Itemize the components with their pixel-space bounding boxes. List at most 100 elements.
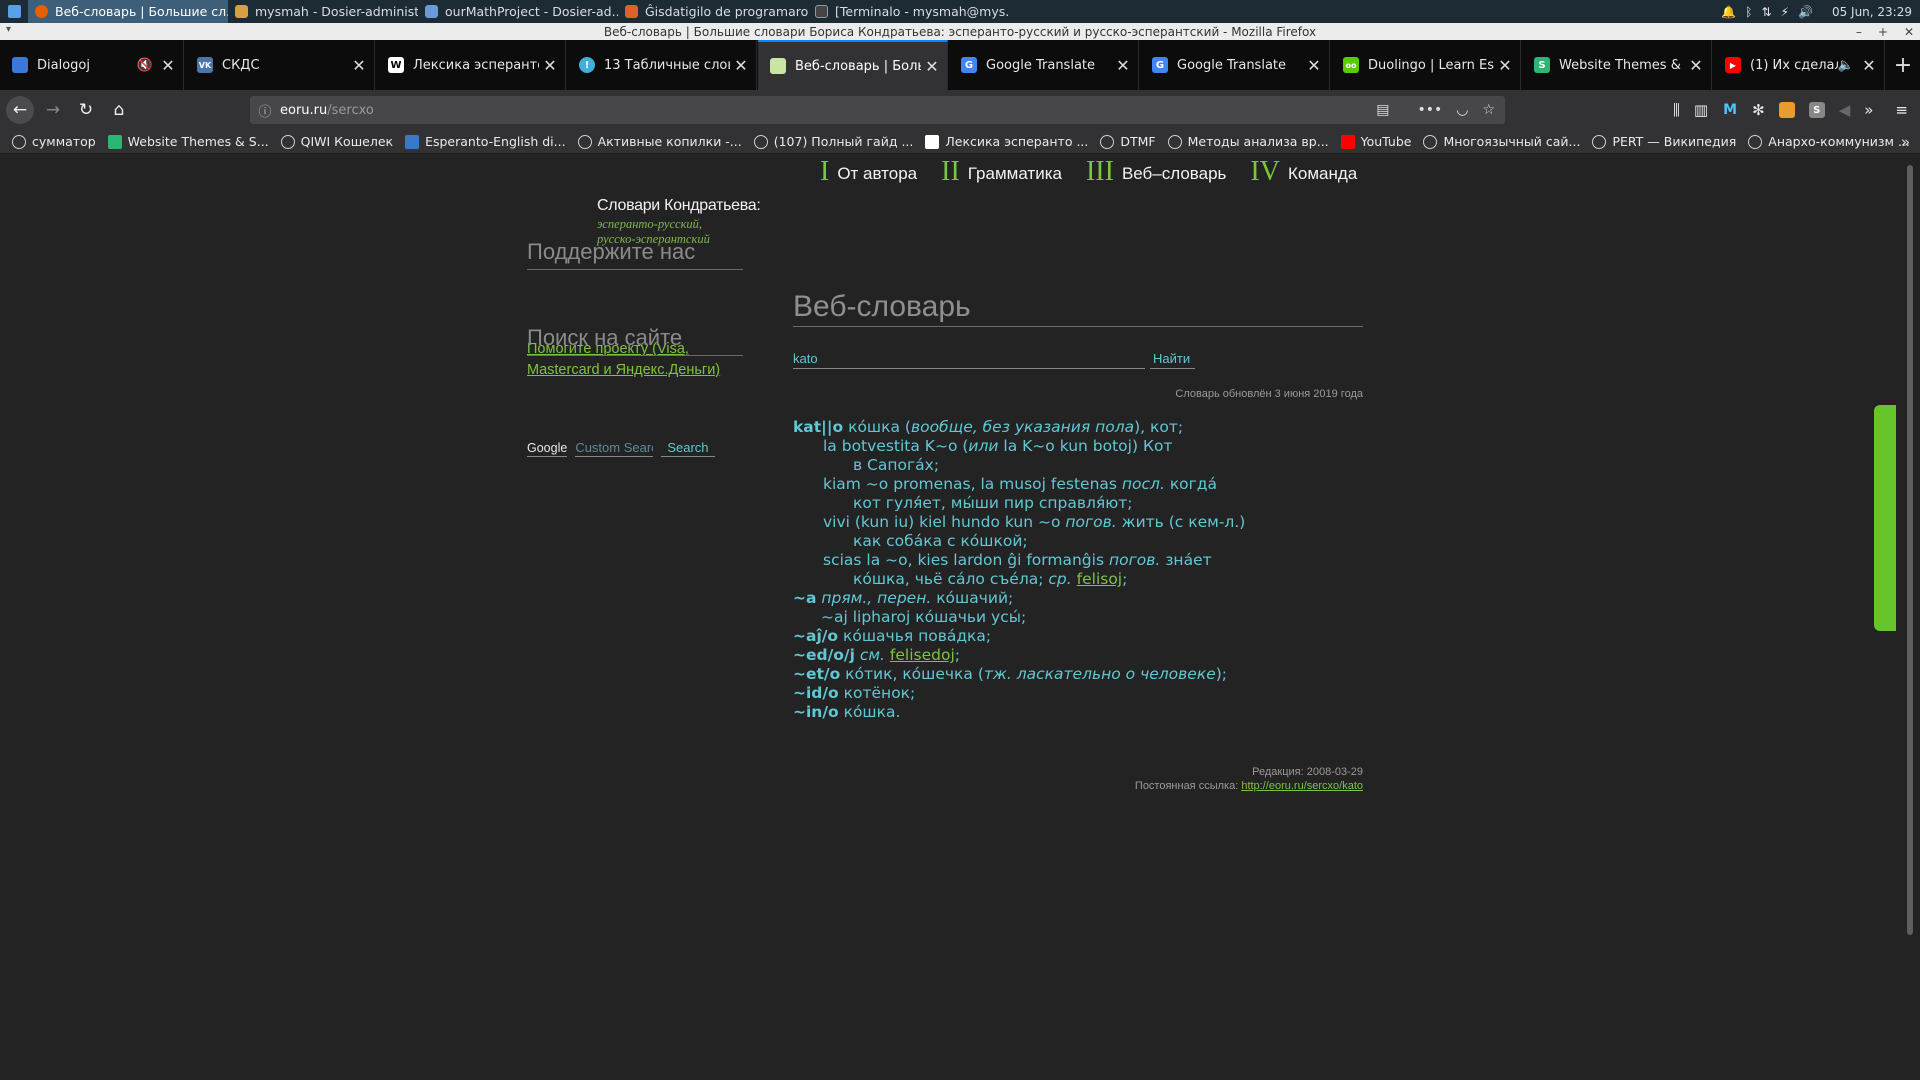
dictionary-entry: kat||o ко́шка (вообще, без указания пола… xyxy=(793,418,1245,722)
hamburger-menu-icon[interactable]: ≡ xyxy=(1895,101,1908,119)
site-nav-item-grammar[interactable]: II Грамматика xyxy=(941,158,1062,186)
bookmark-item[interactable]: Лексика эсперанто ... xyxy=(925,134,1088,149)
tab-wikipedia[interactable]: W Лексика эсперанто -... ✕ xyxy=(376,40,566,90)
side-feedback-tab[interactable] xyxy=(1874,405,1896,631)
translation: зна́ет xyxy=(1160,551,1212,569)
bookmark-item[interactable]: DTMF xyxy=(1100,134,1156,149)
sidebar-icon[interactable]: ▥ xyxy=(1694,101,1708,119)
nav-number: II xyxy=(941,156,960,187)
taskbar-task-firefox[interactable]: Веб-словарь | Большие сл... xyxy=(28,0,228,23)
tab-google-translate-2[interactable]: G Google Translate ✕ xyxy=(1140,40,1330,90)
tab-title: Google Translate xyxy=(986,57,1096,73)
tab-skds[interactable]: VK СКДС ✕ xyxy=(185,40,375,90)
tab-table-words[interactable]: ! 13 Табличные слова |... ✕ xyxy=(567,40,757,90)
site-title[interactable]: Словари Кондратьева: xyxy=(597,197,761,215)
extension-honey-icon[interactable] xyxy=(1778,102,1795,118)
library-icon[interactable]: ⫼ xyxy=(1673,101,1680,119)
close-tab-icon[interactable]: ✕ xyxy=(921,57,943,76)
address-bar[interactable]: ⓘ eoru.ru/sercxo ▤ ••• ◡ ☆ xyxy=(250,96,1505,124)
bookmark-star-icon[interactable]: ☆ xyxy=(1482,102,1495,118)
nav-label: Команда xyxy=(1287,164,1358,183)
taskbar-task-file-manager-2[interactable]: ourMathProject - Dosier-ad... xyxy=(418,0,618,23)
audio-playing-icon[interactable]: 🔈 xyxy=(1838,58,1854,73)
close-tab-icon[interactable]: ✕ xyxy=(1494,56,1516,75)
back-button[interactable]: ← xyxy=(6,96,34,124)
example: kiam ~o promenas, la musoj festenas xyxy=(823,475,1122,493)
extension-m-icon[interactable]: M xyxy=(1722,102,1738,118)
site-nav-item-author[interactable]: I От автора xyxy=(820,158,917,186)
network-icon[interactable]: ⇅ xyxy=(1762,5,1772,19)
notification-bell-icon[interactable]: 🔔 xyxy=(1721,5,1736,19)
bookmark-item[interactable]: YouTube xyxy=(1340,134,1411,149)
close-tab-icon[interactable]: ✕ xyxy=(348,56,370,75)
page-actions-icon[interactable]: ••• xyxy=(1417,102,1442,118)
tab-dialogoj[interactable]: Dialogoj 🔇 ✕ xyxy=(0,40,184,90)
bookmark-item[interactable]: QIWI Кошелек xyxy=(280,134,393,149)
forward-button[interactable]: → xyxy=(39,96,67,124)
reload-icon: ↻ xyxy=(78,100,94,120)
tab-title: Веб-словарь | Больш... xyxy=(795,58,921,74)
pocket-icon[interactable]: ◡ xyxy=(1456,102,1468,118)
site-search-button[interactable]: Search xyxy=(661,440,715,457)
new-tab-button[interactable]: + xyxy=(1886,40,1920,90)
page-scrollbar[interactable] xyxy=(1900,155,1920,1080)
taskbar-task-file-manager[interactable]: mysmah - Dosier-administrilo xyxy=(228,0,418,23)
close-tab-icon[interactable]: ✕ xyxy=(1858,56,1880,75)
start-menu-button[interactable] xyxy=(0,0,28,23)
site-nav-item-team[interactable]: IV Команда xyxy=(1250,158,1357,186)
permalink-link[interactable]: http://eoru.ru/sercxo/kato xyxy=(1241,780,1363,792)
overflow-menu-icon[interactable]: » xyxy=(1864,101,1873,119)
scrollbar-thumb[interactable] xyxy=(1907,165,1913,935)
bluetooth-icon[interactable]: ᛒ xyxy=(1745,5,1752,19)
bookmark-item[interactable]: сумматор xyxy=(12,134,96,149)
bookmark-item[interactable]: Esperanto-English di... xyxy=(405,134,566,149)
reload-button[interactable]: ↻ xyxy=(72,96,100,124)
wikipedia-icon: W xyxy=(388,57,404,73)
cross-reference-link[interactable]: felisedoj xyxy=(890,646,955,664)
power-icon[interactable]: ⚡ xyxy=(1781,5,1789,19)
close-tab-icon[interactable]: ✕ xyxy=(1303,56,1325,75)
extension-speaker-icon[interactable]: ◀ xyxy=(1839,101,1851,119)
dictionary-search-input[interactable]: kato xyxy=(793,351,1145,369)
close-tab-icon[interactable]: ✕ xyxy=(539,56,561,75)
taskbar-task-terminal[interactable]: [Terminalo - mysmah@mys... xyxy=(808,0,1008,23)
site-nav-item-web-dictionary[interactable]: III Веб–словарь xyxy=(1086,158,1226,186)
tab-google-translate[interactable]: G Google Translate ✕ xyxy=(949,40,1139,90)
window-menu-icon[interactable]: ▾ xyxy=(6,24,11,35)
bookmark-item[interactable]: Методы анализа вр... xyxy=(1167,134,1329,149)
tab-youtube[interactable]: ▶ (1) Их сделали ми... 🔈 ✕ xyxy=(1713,40,1885,90)
tab-duolingo[interactable]: oo Duolingo | Learn Espe... ✕ xyxy=(1331,40,1521,90)
tab-web-dictionary[interactable]: Веб-словарь | Больш... ✕ xyxy=(758,40,948,90)
close-tab-icon[interactable]: ✕ xyxy=(730,56,752,75)
close-tab-icon[interactable]: ✕ xyxy=(1112,56,1134,75)
volume-icon[interactable]: 🔊 xyxy=(1798,5,1813,19)
taskbar-task-updater[interactable]: Ĝisdatigilo de programaroj xyxy=(618,0,808,23)
url-text[interactable]: eoru.ru/sercxo xyxy=(280,103,1376,118)
bookmark-item[interactable]: (107) Полный гайд ... xyxy=(753,134,913,149)
bookmark-item[interactable]: Анархо-коммунизм ... xyxy=(1748,134,1910,149)
bookmark-item[interactable]: PERT — Википедия xyxy=(1592,134,1736,149)
muted-icon[interactable]: 🔇 xyxy=(137,58,153,73)
site-info-icon[interactable]: ⓘ xyxy=(250,101,280,120)
minimize-icon[interactable]: – xyxy=(1856,25,1862,39)
cross-reference-link[interactable]: felisoj xyxy=(1077,570,1122,588)
translation: ко́шка, чьё са́ло съе́ла; xyxy=(853,570,1049,588)
arrow-right-icon: → xyxy=(45,100,61,120)
bookmark-item[interactable]: Многоязычный сай... xyxy=(1423,134,1580,149)
home-button[interactable]: ⌂ xyxy=(105,96,133,124)
extension-stylish-icon[interactable]: S xyxy=(1808,102,1825,118)
bookmark-item[interactable]: Активные копилки -... xyxy=(577,134,742,149)
maximize-icon[interactable]: + xyxy=(1878,25,1888,39)
clock[interactable]: 05 Jun, 23:29 xyxy=(1832,5,1912,19)
site-search-input[interactable]: Custom Search xyxy=(575,440,654,457)
taskbar-task-label: ourMathProject - Dosier-ad... xyxy=(445,4,618,19)
bookmarks-overflow-icon[interactable]: » xyxy=(1901,133,1910,151)
reader-view-icon[interactable]: ▤ xyxy=(1376,102,1389,118)
close-window-icon[interactable]: ✕ xyxy=(1904,25,1914,39)
bookmark-item[interactable]: Website Themes & S... xyxy=(107,134,269,149)
find-button[interactable]: Найти xyxy=(1150,351,1196,369)
close-tab-icon[interactable]: ✕ xyxy=(157,56,179,75)
tab-website-themes[interactable]: S Website Themes & Ski... ✕ xyxy=(1522,40,1712,90)
close-tab-icon[interactable]: ✕ xyxy=(1685,56,1707,75)
extension-gear-icon[interactable]: ✻ xyxy=(1752,101,1765,119)
